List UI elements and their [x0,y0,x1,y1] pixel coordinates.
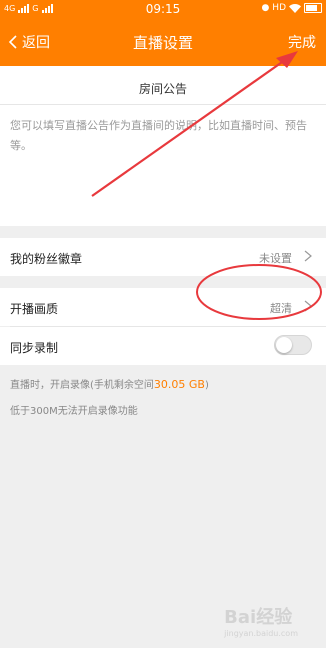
quality-row[interactable]: 开播画质 超清 [0,288,326,326]
chevron-right-icon [304,300,312,312]
watermark-text: Bai经验 [224,607,293,628]
battery-icon [304,3,322,13]
sync-record-toggle[interactable] [274,335,312,355]
status-bar: 4G G 09:15 ● HD [0,0,326,18]
fan-badge-value: 未设置 [259,252,292,265]
chevron-right-icon [304,250,312,262]
watermark: Bai经验 jingyan.baidu.com [224,603,298,638]
fan-badge-label: 我的粉丝徽章 [10,252,83,266]
notice-input[interactable]: 您可以填写直播公告作为直播间的说明，比如直播时间、预告等。 [10,116,316,156]
record-limit-note: 低于300M无法开启录像功能 [10,406,138,417]
divider [0,104,326,105]
sync-record-row: 同步录制 [0,327,326,365]
page-title: 直播设置 [132,34,193,52]
done-button[interactable]: 完成 [288,32,316,52]
status-icons: ● HD [261,3,322,13]
record-note: 直播时，开启录像(手机剩余空间30.05 GB) [10,376,209,391]
free-space-value: 30.05 GB [153,378,205,391]
record-note-suffix: ) [204,380,209,391]
nav-bar: 返回 直播设置 完成 [0,18,326,66]
wifi-icon [289,3,301,13]
fan-badge-row[interactable]: 我的粉丝徽章 未设置 [0,238,326,276]
record-note-prefix: 直播时，开启录像(手机剩余空间 [10,380,154,391]
hd-badge: HD [272,3,286,13]
sync-record-label: 同步录制 [10,341,59,355]
quality-value: 超清 [270,302,292,315]
quality-label: 开播画质 [10,302,59,316]
location-icon: ● [261,3,270,13]
notice-title: 房间公告 [138,82,187,96]
notice-panel: 房间公告 您可以填写直播公告作为直播间的说明，比如直播时间、预告等。 [0,66,326,226]
toggle-knob [276,337,292,353]
watermark-url: jingyan.baidu.com [224,629,298,638]
